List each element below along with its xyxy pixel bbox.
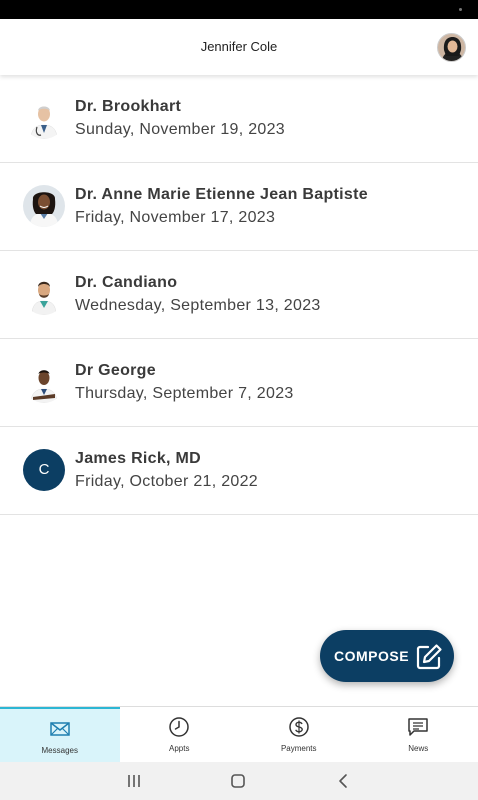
message-thread[interactable]: Dr George Thursday, September 7, 2023 — [0, 339, 478, 427]
doctor-avatar — [23, 185, 65, 227]
initial-avatar: C — [23, 449, 65, 491]
tab-label: Appts — [169, 744, 190, 753]
envelope-icon — [50, 722, 70, 736]
tab-messages[interactable]: Messages — [0, 707, 120, 763]
app-header: Jennifer Cole — [0, 19, 478, 75]
thread-sender-name: Dr George — [75, 362, 156, 379]
home-icon[interactable] — [228, 771, 248, 791]
page-title: Jennifer Cole — [200, 39, 278, 54]
tab-news[interactable]: News — [359, 707, 478, 763]
thread-date: Wednesday, September 13, 2023 — [75, 297, 321, 314]
status-indicator — [459, 8, 462, 11]
compose-button[interactable]: COMPOSE — [320, 630, 454, 682]
tab-label: Payments — [280, 744, 317, 753]
message-thread-list: Dr. Brookhart Sunday, November 19, 2023 … — [0, 75, 478, 515]
doctor-avatar — [23, 361, 65, 403]
clock-icon — [169, 717, 189, 737]
thread-date: Thursday, September 7, 2023 — [75, 385, 294, 402]
recent-apps-icon[interactable] — [124, 771, 144, 791]
thread-date: Friday, November 17, 2023 — [75, 209, 276, 226]
chat-icon — [408, 718, 428, 736]
dollar-icon — [289, 717, 309, 737]
thread-sender-name: James Rick, MD — [75, 450, 202, 467]
status-bar — [0, 0, 478, 19]
tab-payments[interactable]: Payments — [239, 707, 359, 763]
user-avatar[interactable] — [437, 33, 466, 62]
doctor-avatar — [23, 97, 65, 139]
tab-appts[interactable]: Appts — [120, 707, 240, 763]
thread-date: Friday, October 21, 2022 — [75, 473, 258, 490]
thread-sender-name: Dr. Anne Marie Etienne Jean Baptiste — [75, 186, 368, 203]
message-thread[interactable]: C James Rick, MD Friday, October 21, 202… — [0, 427, 478, 515]
system-navigation-bar — [0, 762, 478, 800]
thread-sender-name: Dr. Candiano — [75, 274, 178, 291]
doctor-avatar — [23, 273, 65, 315]
thread-date: Sunday, November 19, 2023 — [75, 121, 285, 138]
tab-label: News — [408, 744, 429, 753]
compose-label: COMPOSE — [334, 648, 410, 664]
message-thread[interactable]: Dr. Brookhart Sunday, November 19, 2023 — [0, 75, 478, 163]
bottom-nav: Messages Appts Payments News — [0, 706, 478, 763]
thread-sender-name: Dr. Brookhart — [75, 98, 182, 115]
message-thread[interactable]: Dr. Candiano Wednesday, September 13, 20… — [0, 251, 478, 339]
back-icon[interactable] — [334, 771, 354, 791]
tab-label: Messages — [41, 746, 78, 755]
edit-icon — [416, 644, 442, 670]
message-thread[interactable]: Dr. Anne Marie Etienne Jean Baptiste Fri… — [0, 163, 478, 251]
